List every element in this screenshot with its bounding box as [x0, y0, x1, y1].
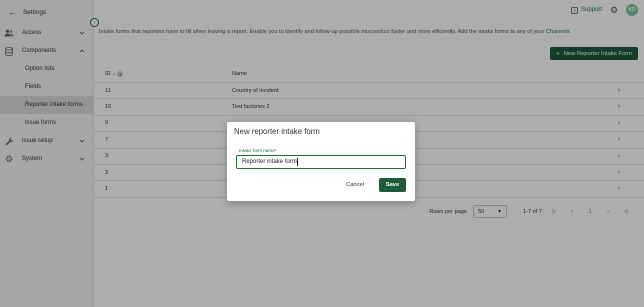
new-intake-form-dialog: New reporter intake form Reporter intake… [227, 122, 415, 201]
save-button[interactable]: Save [379, 178, 406, 192]
intake-form-name-input[interactable]: Reporter intake form [236, 155, 406, 169]
text-caret [297, 158, 298, 166]
cancel-button[interactable]: Cancel [342, 178, 368, 192]
dialog-title: New reporter intake form [234, 127, 320, 136]
intake-form-name-label: Intake form name* [238, 148, 278, 153]
input-value: Reporter intake form [242, 159, 297, 165]
